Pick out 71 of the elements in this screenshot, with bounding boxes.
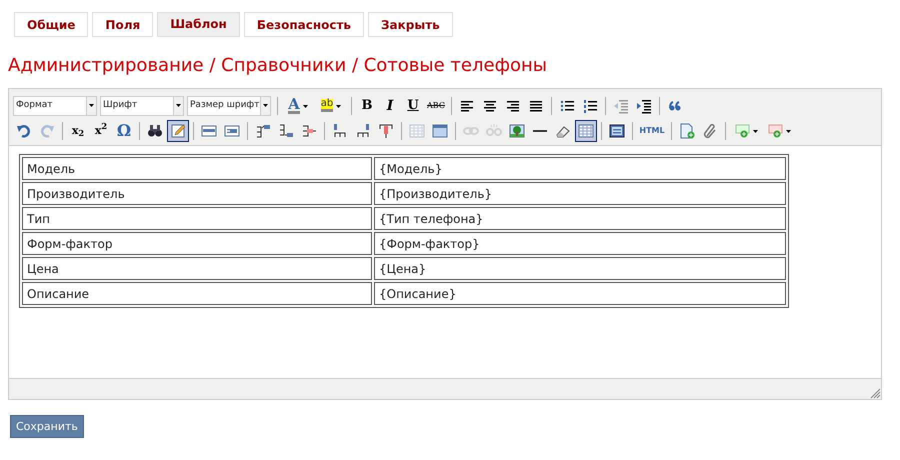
tree-image-icon (509, 122, 525, 138)
caret-icon (176, 104, 181, 107)
pencil-page-icon (170, 122, 186, 138)
table-icon (409, 122, 425, 138)
frame-icon (609, 122, 625, 138)
tab[interactable]: Общие (14, 12, 88, 37)
toolbar-button[interactable] (167, 120, 189, 142)
table-cell: {Форм-фактор} (374, 232, 786, 255)
dropdown[interactable]: Размер шрифт (187, 96, 271, 116)
numbered-list-icon (582, 98, 598, 114)
add-icon (734, 122, 750, 138)
underline-button[interactable]: U (402, 94, 424, 116)
table-cell: Тип (22, 207, 372, 230)
table-cell: Цена (22, 257, 372, 280)
table-row-icon (201, 122, 217, 138)
toolbar-button[interactable] (575, 120, 597, 142)
table-icon (578, 122, 594, 138)
table-cell: Описание (22, 282, 372, 305)
table-row-icon (224, 122, 240, 138)
caret-icon (336, 104, 342, 108)
broken-link-icon (486, 122, 502, 138)
symbol-button[interactable]: Ω (113, 120, 135, 142)
dropdown[interactable]: Шрифт (100, 96, 184, 116)
paperclip-icon (702, 122, 718, 138)
bold-button[interactable]: B (356, 94, 378, 116)
caret-icon (89, 104, 94, 107)
caret-icon (786, 130, 790, 133)
table-cell: {Цена} (374, 257, 786, 280)
subscript-button[interactable]: x$_{2}$ (67, 120, 89, 142)
caret-icon (263, 104, 268, 107)
table-cell: {Тип телефона} (374, 207, 786, 230)
binoculars-icon (147, 122, 163, 138)
tab[interactable]: Закрыть (368, 12, 453, 37)
horizontal-line-icon (533, 130, 547, 132)
delete-column-icon (301, 122, 317, 138)
add-icon (768, 122, 784, 138)
table-cell: Форм-фактор (22, 232, 372, 255)
delete-row-icon (378, 122, 394, 138)
redo-icon (39, 122, 55, 138)
table-cell: {Описание} (374, 282, 786, 305)
highlight-button[interactable]: ab (315, 94, 347, 116)
dropdown-label: Шрифт (102, 98, 138, 112)
insert-row-icon (355, 122, 371, 138)
save-button[interactable]: Сохранить (10, 415, 84, 438)
undo-icon (16, 122, 32, 138)
table-cell: Модель (22, 157, 372, 180)
dropdown-label: Размер шрифт (189, 98, 260, 112)
italic-button[interactable]: I (379, 94, 401, 116)
page-title: Администрирование / Справочники / Сотовые телефоны (8, 54, 548, 78)
tab[interactable]: Безопасность (244, 12, 364, 37)
html-button[interactable]: HTML (637, 120, 667, 142)
text-color-button[interactable]: A (282, 94, 314, 116)
new-page-icon (679, 122, 695, 138)
strikethrough-button[interactable]: ABC (425, 94, 447, 116)
dropdown-label: Формат (15, 98, 54, 112)
table-cell: {Модель} (374, 157, 786, 180)
outdent-icon (613, 98, 629, 114)
table-cell: {Производитель} (374, 182, 786, 205)
caret-icon (752, 130, 758, 133)
indent-icon (636, 98, 652, 114)
table-cell: Производитель (22, 182, 372, 205)
insert-column-icon (278, 122, 294, 138)
dropdown[interactable]: Формат (13, 96, 97, 116)
tab[interactable]: Поля (92, 12, 154, 37)
resize-grip-icon[interactable] (870, 388, 881, 399)
insert-column-icon (255, 122, 271, 138)
superscript-button[interactable]: x$^{2}$ (90, 120, 112, 142)
insert-row-icon (332, 122, 348, 138)
table-icon (432, 122, 448, 138)
caret-icon (302, 104, 308, 108)
tab[interactable]: Шаблон (157, 12, 240, 37)
